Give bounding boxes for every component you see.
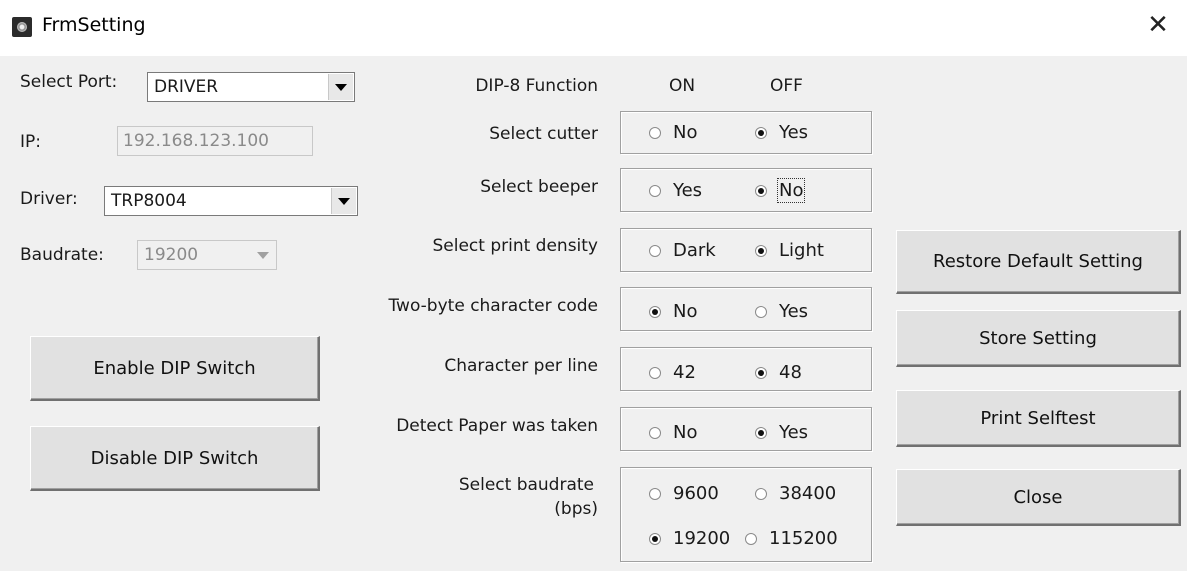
baud-9600-radio[interactable]: 9600 (649, 483, 719, 504)
chars-42-radio[interactable]: 42 (649, 362, 696, 383)
close-button[interactable]: Close (896, 469, 1181, 526)
off-header: OFF (770, 76, 803, 96)
select-cutter-group: No Yes (620, 111, 872, 154)
driver-value: TRP8004 (111, 191, 187, 211)
detect-paper-label: Detect Paper was taken (396, 416, 598, 436)
select-cutter-label: Select cutter (489, 124, 598, 144)
restore-default-button[interactable]: Restore Default Setting (896, 230, 1181, 294)
chars-48-radio[interactable]: 48 (755, 362, 802, 383)
title-bar: FrmSetting ✕ (0, 0, 1187, 56)
two-byte-yes-radio[interactable]: Yes (755, 301, 808, 322)
char-per-line-label: Character per line (444, 356, 598, 376)
close-icon[interactable]: ✕ (1143, 10, 1173, 40)
beeper-no-radio[interactable]: No (755, 178, 806, 203)
baudrate-dropdown[interactable]: 19200 (137, 240, 277, 270)
ip-field[interactable]: 192.168.123.100 (117, 126, 313, 156)
ip-value: 192.168.123.100 (123, 131, 270, 151)
detect-paper-yes-radio[interactable]: Yes (755, 422, 808, 443)
baudrate-unit-label: (bps) (554, 499, 598, 519)
window-title: FrmSetting (42, 14, 146, 36)
detect-paper-group: No Yes (620, 407, 872, 451)
print-density-label: Select print density (432, 236, 598, 256)
baud-115200-radio[interactable]: 115200 (745, 528, 838, 549)
dip-function-header: DIP-8 Function (475, 76, 598, 96)
two-byte-no-radio[interactable]: No (649, 301, 697, 322)
select-port-dropdown[interactable]: DRIVER (147, 72, 355, 102)
disable-dip-switch-button[interactable]: Disable DIP Switch (30, 426, 320, 491)
baudrate-value: 19200 (144, 245, 199, 265)
ip-label: IP: (20, 132, 41, 152)
baud-38400-radio[interactable]: 38400 (755, 483, 836, 504)
select-baudrate-group: 9600 38400 19200 115200 (620, 467, 872, 562)
chevron-down-icon[interactable] (251, 242, 275, 268)
driver-dropdown[interactable]: TRP8004 (104, 186, 358, 216)
print-density-group: Dark Light (620, 228, 872, 272)
baud-19200-radio[interactable]: 19200 (649, 528, 730, 549)
settings-form: Select Port: DRIVER IP: 192.168.123.100 … (0, 56, 1187, 571)
app-icon (12, 17, 32, 37)
store-setting-button[interactable]: Store Setting (896, 310, 1181, 367)
enable-dip-switch-button[interactable]: Enable DIP Switch (30, 336, 320, 401)
baudrate-label: Baudrate: (20, 245, 104, 265)
char-per-line-group: 42 48 (620, 347, 872, 391)
cutter-no-radio[interactable]: No (649, 122, 697, 143)
detect-paper-no-radio[interactable]: No (649, 422, 697, 443)
chevron-down-icon[interactable] (328, 74, 353, 100)
select-beeper-label: Select beeper (480, 177, 598, 197)
beeper-yes-radio[interactable]: Yes (649, 180, 702, 201)
select-port-value: DRIVER (154, 77, 219, 97)
density-dark-radio[interactable]: Dark (649, 240, 716, 261)
two-byte-code-label: Two-byte character code (388, 296, 598, 316)
select-port-label: Select Port: (20, 72, 118, 92)
driver-label: Driver: (20, 189, 78, 209)
print-selftest-button[interactable]: Print Selftest (896, 390, 1181, 447)
on-header: ON (669, 76, 696, 96)
cutter-yes-radio[interactable]: Yes (755, 122, 808, 143)
density-light-radio[interactable]: Light (755, 240, 824, 261)
two-byte-code-group: No Yes (620, 287, 872, 331)
select-beeper-group: Yes No (620, 168, 872, 212)
select-baudrate-label: Select baudrate (458, 475, 594, 495)
